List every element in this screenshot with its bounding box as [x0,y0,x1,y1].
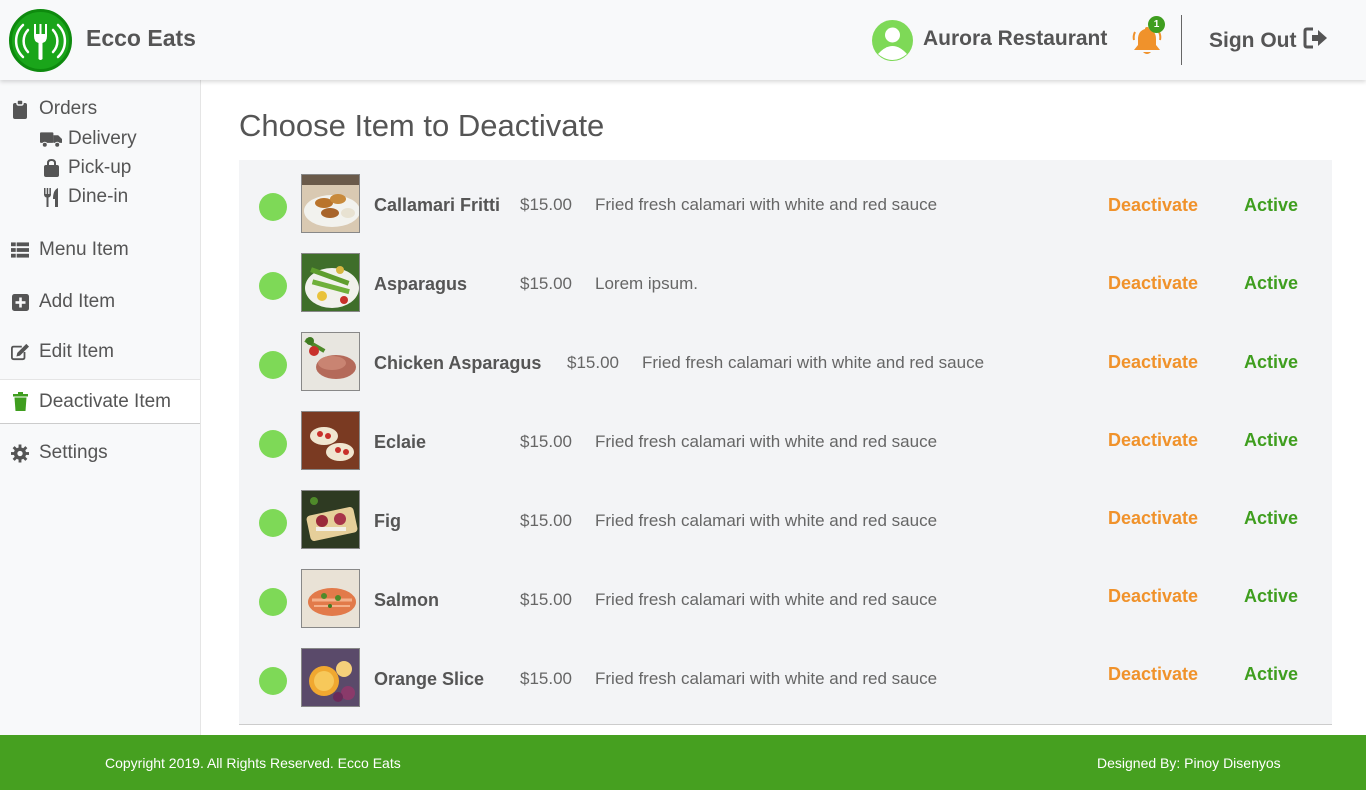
list-item: Orange Slice $15.00 Fried fresh calamari… [239,642,1332,721]
sidebar-item-edit-item[interactable]: Edit Item [0,340,200,364]
sidebar-item-label: Dine-in [68,186,129,207]
footer: Copyright 2019. All Rights Reserved. Ecc… [0,735,1366,790]
sidebar-item-label: Pick-up [68,157,132,178]
copyright-text: Copyright 2019. All Rights Reserved. Ecc… [105,755,401,771]
item-price: $15.00 [520,511,572,530]
food-thumbnail [301,569,360,628]
edit-icon [11,343,29,361]
sidebar: Orders Delivery Pick-up Dine-in Menu Ite… [0,80,201,735]
item-price: $15.00 [520,669,572,688]
status-dot [259,272,287,300]
status-dot [259,430,287,458]
sidebar-item-label: Deactivate Item [39,390,171,412]
item-name: Chicken Asparagus [374,353,542,373]
item-name: Asparagus [374,274,468,294]
sidebar-item-label: Delivery [68,128,137,149]
item-name: Callamari Fritti [374,195,501,215]
plus-square-icon [11,293,29,311]
brand-name[interactable]: Ecco Eats [86,25,196,52]
deactivate-button[interactable]: Deactivate [1108,430,1198,451]
deactivate-button[interactable]: Deactivate [1108,273,1198,294]
status-dot [259,351,287,379]
sidebar-item-label: Settings [39,442,108,463]
item-price: $15.00 [520,274,572,293]
top-navbar: Ecco Eats Aurora Restaurant 1 Sign Out [0,0,1366,80]
truck-icon [40,130,62,148]
status-dot [259,667,287,695]
list-icon [11,241,29,259]
food-thumbnail [301,332,360,391]
sidebar-item-deactivate-item[interactable]: Deactivate Item [0,379,200,424]
status-dot [259,193,287,221]
sign-out-label: Sign Out [1209,29,1297,52]
food-thumbnail [301,253,360,312]
deactivate-button[interactable]: Deactivate [1108,195,1198,216]
sidebar-item-menu-item[interactable]: Menu Item [0,238,200,262]
sidebar-item-label: Menu Item [39,239,129,260]
deactivate-button[interactable]: Deactivate [1108,508,1198,529]
status-label: Active [1244,352,1299,372]
utensils-icon [40,187,62,207]
sidebar-item-pick-up[interactable]: Pick-up [40,156,131,180]
designed-by-text: Designed By: Pinoy Disenyos [1097,755,1281,771]
item-description: Fried fresh calamari with white and red … [595,669,938,688]
sidebar-item-label: Orders [39,98,98,119]
deactivate-button[interactable]: Deactivate [1108,664,1198,685]
user-avatar-icon[interactable] [872,20,913,61]
sidebar-item-label: Add Item [39,291,116,312]
item-price: $15.00 [520,590,572,609]
sign-out-icon [1303,27,1329,55]
list-item: Eclaie $15.00 Fried fresh calamari with … [239,405,1332,484]
item-price: $15.00 [520,432,572,451]
menu-item-list: Callamari Fritti $15.00 Fried fresh cala… [239,160,1332,725]
list-item: Callamari Fritti $15.00 Fried fresh cala… [239,168,1332,247]
deactivate-button[interactable]: Deactivate [1108,352,1198,373]
clipboard-icon [11,99,29,119]
deactivate-button[interactable]: Deactivate [1108,586,1198,607]
status-label: Active [1244,273,1299,293]
list-item: Chicken Asparagus $15.00 Fried fresh cal… [239,326,1332,405]
status-label: Active [1244,586,1299,606]
item-description: Fried fresh calamari with white and red … [595,432,938,451]
item-description: Lorem ipsum. [595,274,698,293]
notification-badge: 1 [1148,16,1165,33]
status-label: Active [1244,430,1299,450]
list-item: Salmon $15.00 Fried fresh calamari with … [239,563,1332,642]
sidebar-item-settings[interactable]: Settings [0,441,200,465]
item-name: Salmon [374,590,440,610]
page-title: Choose Item to Deactivate [239,108,605,143]
food-thumbnail [301,648,360,707]
status-dot [259,509,287,537]
header-divider [1181,15,1182,65]
status-dot [259,588,287,616]
item-description: Fried fresh calamari with white and red … [595,590,938,609]
gear-icon [11,444,29,462]
status-label: Active [1244,508,1299,528]
sidebar-item-label: Edit Item [39,341,114,362]
food-thumbnail [301,490,360,549]
item-description: Fried fresh calamari with white and red … [595,195,938,214]
item-description: Fried fresh calamari with white and red … [642,353,985,372]
food-thumbnail [301,411,360,470]
sidebar-item-orders[interactable]: Orders [0,97,200,121]
shopping-bag-icon [40,159,62,177]
item-name: Orange Slice [374,669,485,689]
sign-out-button[interactable]: Sign Out [1209,27,1329,55]
list-item: Fig $15.00 Fried fresh calamari with whi… [239,484,1332,563]
trash-icon [11,392,29,411]
sidebar-item-add-item[interactable]: Add Item [0,290,200,314]
item-description: Fried fresh calamari with white and red … [595,511,938,530]
list-item: Asparagus $15.00 Lorem ipsum. Deactivate… [239,247,1332,326]
item-name: Eclaie [374,432,427,452]
item-name: Fig [374,511,401,531]
food-thumbnail [301,174,360,233]
item-price: $15.00 [567,353,619,372]
status-label: Active [1244,195,1299,215]
brand-logo-icon[interactable] [9,9,72,72]
restaurant-name[interactable]: Aurora Restaurant [923,27,1107,51]
sidebar-item-delivery[interactable]: Delivery [40,127,137,151]
status-label: Active [1244,664,1299,684]
sidebar-item-dine-in[interactable]: Dine-in [40,185,128,209]
item-price: $15.00 [520,195,572,214]
